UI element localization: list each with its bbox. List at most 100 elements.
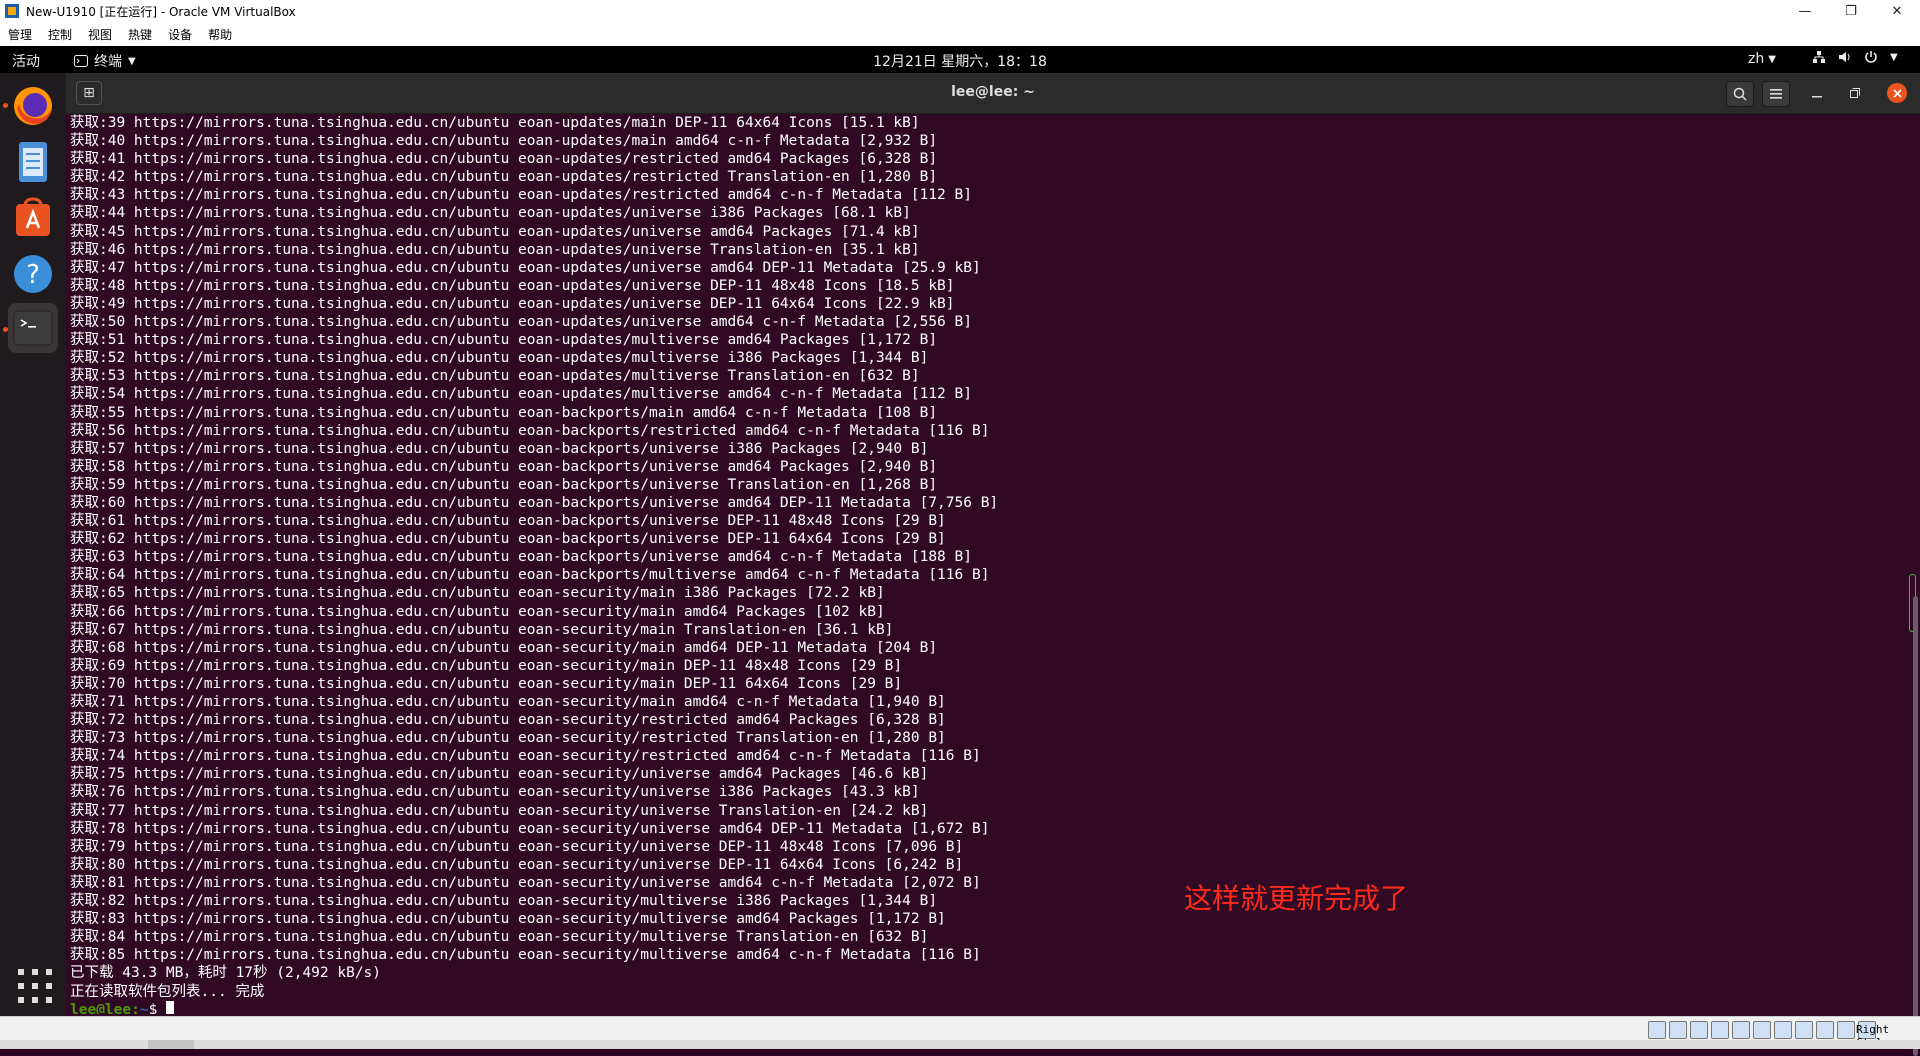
terminal-line: 获取:76 https://mirrors.tuna.tsinghua.edu.… [70, 784, 920, 801]
terminal-line: 获取:47 https://mirrors.tuna.tsinghua.edu.… [70, 259, 981, 276]
terminal-line: 获取:41 https://mirrors.tuna.tsinghua.edu.… [70, 151, 938, 168]
terminal-line: 获取:65 https://mirrors.tuna.tsinghua.edu.… [70, 585, 885, 602]
help-launcher[interactable]: ? [8, 249, 58, 299]
terminal-line: 获取:81 https://mirrors.tuna.tsinghua.edu.… [70, 874, 981, 891]
terminal-line: 获取:54 https://mirrors.tuna.tsinghua.edu.… [70, 386, 972, 403]
chevron-down-icon: ▼ [1768, 53, 1776, 65]
text-cursor [166, 1000, 175, 1014]
terminal-prompt-line[interactable]: lee@lee:~$ [70, 1000, 1890, 1014]
terminal-maximize-button[interactable] [1842, 81, 1868, 105]
menu-hotkeys[interactable]: 热键 [120, 26, 160, 43]
terminal-line: 获取:80 https://mirrors.tuna.tsinghua.edu.… [70, 856, 964, 873]
minimize-button[interactable]: — [1782, 0, 1828, 22]
terminal-line: 获取:71 https://mirrors.tuna.tsinghua.edu.… [70, 694, 946, 710]
cpu-icon[interactable] [1816, 1021, 1834, 1039]
terminal-line: 获取:40 https://mirrors.tuna.tsinghua.edu.… [70, 133, 938, 150]
terminal-line: 获取:39 https://mirrors.tuna.tsinghua.edu.… [70, 115, 920, 131]
terminal-line: 获取:60 https://mirrors.tuna.tsinghua.edu.… [70, 494, 999, 511]
hamburger-menu-button[interactable] [1762, 81, 1790, 107]
app-menu[interactable]: 终端 ▼ [74, 51, 136, 71]
chevron-down-icon: ▼ [128, 55, 136, 67]
terminal-line: 获取:63 https://mirrors.tuna.tsinghua.edu.… [70, 549, 972, 566]
display-icon[interactable] [1774, 1021, 1792, 1039]
terminal-line: 获取:68 https://mirrors.tuna.tsinghua.edu.… [70, 639, 938, 656]
software-launcher[interactable] [8, 193, 58, 243]
firefox-launcher[interactable] [8, 81, 58, 131]
menu-help[interactable]: 帮助 [200, 26, 240, 43]
volume-icon [1839, 52, 1850, 62]
terminal-line: 获取:61 https://mirrors.tuna.tsinghua.edu.… [70, 513, 946, 530]
terminal-line: 获取:51 https://mirrors.tuna.tsinghua.edu.… [70, 332, 938, 349]
terminal-line: 获取:67 https://mirrors.tuna.tsinghua.edu.… [70, 621, 894, 638]
files-icon [19, 142, 47, 182]
terminal-header-bar: ⊞ lee@lee: ~ [66, 73, 1920, 114]
input-method-menu[interactable]: zh ▼ [1748, 51, 1776, 67]
terminal-line: 获取:66 https://mirrors.tuna.tsinghua.edu.… [70, 603, 885, 620]
terminal-line: 获取:49 https://mirrors.tuna.tsinghua.edu.… [70, 295, 955, 312]
host-window-title: New-U1910 [正在运行] - Oracle VM VirtualBox [26, 4, 296, 19]
terminal-small-icon [74, 55, 88, 67]
terminal-line: 获取:56 https://mirrors.tuna.tsinghua.edu.… [70, 422, 990, 439]
clock[interactable]: 12月21日 星期六，18：18 [873, 54, 1047, 70]
terminal-launcher[interactable] [8, 303, 58, 353]
close-button[interactable]: ✕ [1874, 0, 1920, 22]
terminal-line: 获取:58 https://mirrors.tuna.tsinghua.edu.… [70, 458, 938, 475]
terminal-icon [13, 310, 53, 346]
menu-manage[interactable]: 管理 [0, 26, 40, 43]
shared-folders-icon[interactable] [1753, 1021, 1771, 1039]
chevron-down-icon: ▼ [1890, 51, 1898, 63]
host-menubar: 管理 控制 视图 热键 设备 帮助 [0, 22, 1920, 46]
terminal-line: 获取:52 https://mirrors.tuna.tsinghua.edu.… [70, 350, 929, 367]
terminal-line: 获取:50 https://mirrors.tuna.tsinghua.edu.… [70, 314, 972, 331]
search-button[interactable] [1726, 81, 1754, 107]
terminal-line: 获取:53 https://mirrors.tuna.tsinghua.edu.… [70, 368, 920, 385]
mouse-integration-icon[interactable] [1837, 1021, 1855, 1039]
prompt-path: ~ [139, 1001, 149, 1014]
terminal-line: 获取:72 https://mirrors.tuna.tsinghua.edu.… [70, 712, 946, 729]
firefox-icon [14, 87, 52, 125]
hard-disk-icon[interactable] [1648, 1021, 1666, 1039]
activities-button[interactable]: 活动 [12, 51, 40, 71]
minimize-icon [1812, 96, 1822, 98]
terminal-line: 获取:48 https://mirrors.tuna.tsinghua.edu.… [70, 277, 955, 294]
terminal-line: 获取:43 https://mirrors.tuna.tsinghua.edu.… [70, 187, 972, 204]
terminal-line: 获取:64 https://mirrors.tuna.tsinghua.edu.… [70, 567, 990, 584]
network-adapter-icon[interactable] [1711, 1021, 1729, 1039]
menu-control[interactable]: 控制 [40, 26, 80, 43]
terminal-line: 获取:82 https://mirrors.tuna.tsinghua.edu.… [70, 893, 938, 910]
terminal-line: 获取:69 https://mirrors.tuna.tsinghua.edu.… [70, 657, 903, 674]
svg-text:?: ? [26, 260, 40, 290]
files-launcher[interactable] [8, 137, 58, 187]
audio-icon[interactable] [1690, 1021, 1708, 1039]
menu-devices[interactable]: 设备 [160, 26, 200, 43]
restore-icon [1850, 88, 1860, 98]
terminal-line: 获取:78 https://mirrors.tuna.tsinghua.edu.… [70, 820, 990, 837]
terminal-line: 获取:46 https://mirrors.tuna.tsinghua.edu.… [70, 241, 920, 258]
power-icon [1865, 51, 1877, 63]
usb-icon[interactable] [1732, 1021, 1750, 1039]
system-menu[interactable]: ▼ [1812, 50, 1898, 64]
terminal-line: 已下载 43.3 MB，耗时 17秒 (2,492 kB/s) [70, 965, 382, 982]
terminal-line: 获取:62 https://mirrors.tuna.tsinghua.edu.… [70, 531, 946, 548]
terminal-line: 获取:73 https://mirrors.tuna.tsinghua.edu.… [70, 730, 946, 747]
terminal-line: 获取:85 https://mirrors.tuna.tsinghua.edu.… [70, 947, 981, 964]
terminal-line: 获取:45 https://mirrors.tuna.tsinghua.edu.… [70, 223, 920, 240]
scrollbar[interactable] [1906, 114, 1920, 1056]
virtualbox-icon [5, 4, 19, 18]
terminal-line: 获取:79 https://mirrors.tuna.tsinghua.edu.… [70, 838, 964, 855]
video-capture-icon[interactable] [1795, 1021, 1813, 1039]
optical-drive-icon[interactable] [1669, 1021, 1687, 1039]
terminal-line: 获取:59 https://mirrors.tuna.tsinghua.edu.… [70, 476, 938, 493]
terminal-line: 获取:70 https://mirrors.tuna.tsinghua.edu.… [70, 675, 903, 692]
terminal-window: ⊞ lee@lee: ~ 获取:39 https://mirrors.tuna.… [66, 73, 1920, 1056]
terminal-line: 获取:74 https://mirrors.tuna.tsinghua.edu.… [70, 748, 981, 765]
terminal-minimize-button[interactable] [1804, 81, 1830, 105]
terminal-line: 获取:75 https://mirrors.tuna.tsinghua.edu.… [70, 766, 929, 783]
terminal-output[interactable]: 获取:39 https://mirrors.tuna.tsinghua.edu.… [70, 114, 1890, 1014]
terminal-close-button[interactable] [1887, 83, 1907, 103]
show-applications-icon[interactable] [18, 969, 52, 1003]
maximize-button[interactable]: ❐ [1828, 0, 1874, 22]
menu-view[interactable]: 视图 [80, 26, 120, 43]
scrollbar-thumb[interactable] [1913, 596, 1918, 1056]
terminal-title: lee@lee: ~ [951, 84, 1035, 100]
